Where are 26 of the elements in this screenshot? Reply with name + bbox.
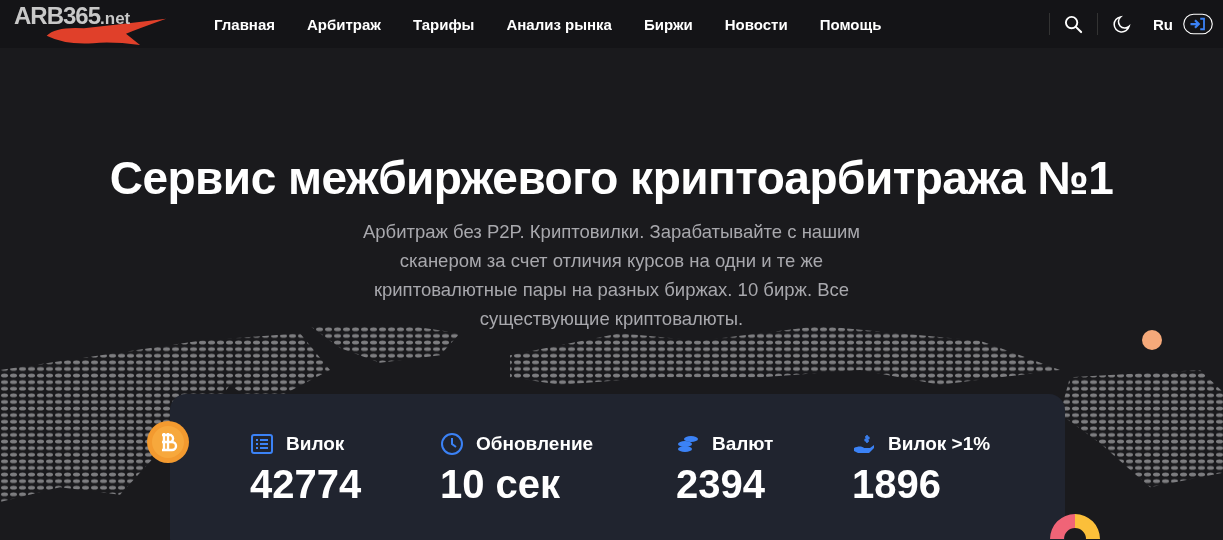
stat-value: 42774 xyxy=(250,462,363,507)
hero-title: Сервис межбиржевого криптоарбитража №1 xyxy=(108,151,1115,205)
stat-label: Вилок >1% xyxy=(888,433,991,455)
nav-link[interactable]: Арбитраж xyxy=(307,15,381,33)
clock-icon xyxy=(440,432,464,456)
moon-icon[interactable] xyxy=(1112,14,1131,34)
stat-label: Вилок xyxy=(286,433,345,455)
hand-coin-icon xyxy=(852,432,876,456)
stat-value: 10 сек xyxy=(440,462,562,507)
nav-link[interactable]: Биржи xyxy=(643,15,693,33)
stat-value: 2394 xyxy=(676,462,766,507)
nav-link[interactable]: Новости xyxy=(724,15,788,33)
list-icon xyxy=(250,432,274,456)
stat-label: Обновление xyxy=(476,433,594,455)
nav-link[interactable]: Главная xyxy=(214,15,275,33)
nav-link[interactable]: Помощь xyxy=(819,15,882,33)
ball-icon xyxy=(1142,330,1162,350)
logo[interactable]: ARB365.net xyxy=(14,0,199,48)
hero-description: Арбитраж без P2P. Криптовилки. Зарабатывайте с нашим сканером за счет отличия курсов на одни и те же криптовалютные пары на разных биржах. 10 бирж. Все существующие криптовалюты. xyxy=(361,220,862,331)
nav-link[interactable]: Анализ рынка xyxy=(506,15,612,33)
search-icon[interactable] xyxy=(1064,14,1083,34)
login-icon[interactable] xyxy=(1183,12,1213,36)
language-link[interactable]: Ru xyxy=(1153,15,1173,33)
nav-link[interactable]: Тарифы xyxy=(413,15,475,33)
stat-label: Валют xyxy=(712,433,774,455)
stat-value: 1896 xyxy=(852,462,942,507)
